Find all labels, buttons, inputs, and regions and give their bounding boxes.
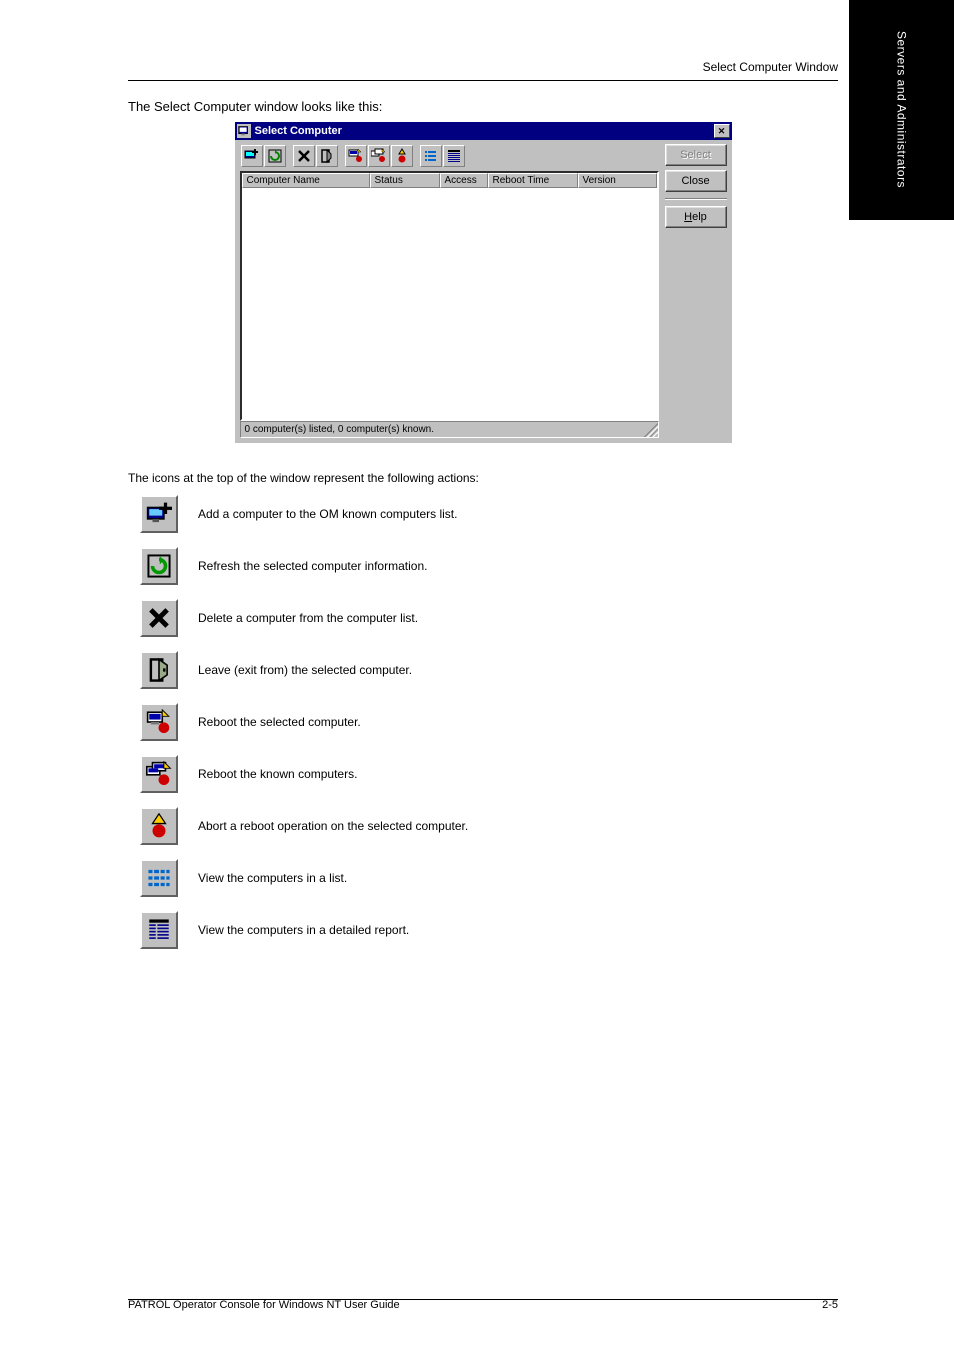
page-footer: PATROL Operator Console for Windows NT U…: [128, 1299, 838, 1311]
computer-listview[interactable]: Computer Name Status Access Reboot Time …: [240, 171, 659, 421]
view-detail-icon[interactable]: [443, 145, 465, 167]
running-head: Select Computer Window: [128, 60, 838, 74]
dialog-main: Computer Name Status Access Reboot Time …: [240, 144, 659, 438]
reboot-selected-icon[interactable]: [345, 145, 367, 167]
col-access[interactable]: Access: [440, 173, 488, 188]
icon-desc: Add a computer to the OM known computers…: [198, 507, 838, 521]
icon-row-delete: Delete a computer from the computer list…: [128, 599, 838, 637]
delete-icon: [140, 599, 178, 637]
icon-row-view-list: View the computers in a list.: [128, 859, 838, 897]
close-button[interactable]: ✕: [714, 124, 730, 138]
icon-explain-list: The icons at the top of the window repre…: [128, 471, 838, 949]
abort-reboot-icon[interactable]: [391, 145, 413, 167]
icon-desc: View the computers in a list.: [198, 871, 838, 885]
page-content: Select Computer Window The Select Comput…: [128, 60, 838, 963]
add-computer-icon[interactable]: [241, 145, 263, 167]
icon-row-view-detail: View the computers in a detailed report.: [128, 911, 838, 949]
icon-list-intro: The icons at the top of the window repre…: [128, 471, 838, 485]
dialog-body: Computer Name Status Access Reboot Time …: [235, 140, 732, 443]
footer-left: PATROL Operator Console for Windows NT U…: [128, 1299, 400, 1311]
abort-reboot-icon: [140, 807, 178, 845]
icon-desc: Leave (exit from) the selected computer.: [198, 663, 838, 677]
exit-icon[interactable]: [316, 145, 338, 167]
select-computer-dialog: Select Computer ✕: [235, 122, 732, 443]
icon-row-abort-reboot: Abort a reboot operation on the selected…: [128, 807, 838, 845]
listview-body: [242, 188, 657, 419]
col-version[interactable]: Version: [578, 173, 657, 188]
icon-desc: View the computers in a detailed report.: [198, 923, 838, 937]
refresh-icon[interactable]: [264, 145, 286, 167]
add-computer-icon: [140, 495, 178, 533]
dialog-toolbar: [240, 144, 659, 168]
view-list-icon[interactable]: [420, 145, 442, 167]
system-menu-icon[interactable]: [237, 124, 251, 138]
exit-icon: [140, 651, 178, 689]
icon-desc: Reboot the selected computer.: [198, 715, 838, 729]
dialog-titlebar: Select Computer ✕: [235, 122, 732, 140]
running-head-text: Select Computer Window: [703, 60, 838, 74]
reboot-known-icon[interactable]: [368, 145, 390, 167]
col-computer-name[interactable]: Computer Name: [242, 173, 370, 188]
dialog-sidebar: Select Close Help: [665, 144, 727, 438]
reboot-known-icon: [140, 755, 178, 793]
icon-desc: Refresh the selected computer informatio…: [198, 559, 838, 573]
col-status[interactable]: Status: [370, 173, 440, 188]
view-detail-icon: [140, 911, 178, 949]
icon-row-reboot-known: Reboot the known computers.: [128, 755, 838, 793]
footer-right: 2-5: [822, 1299, 838, 1311]
reboot-selected-icon: [140, 703, 178, 741]
icon-desc: Reboot the known computers.: [198, 767, 838, 781]
close-dialog-button[interactable]: Close: [665, 170, 727, 192]
delete-icon[interactable]: [293, 145, 315, 167]
listview-header: Computer Name Status Access Reboot Time …: [242, 173, 657, 188]
icon-row-exit: Leave (exit from) the selected computer.: [128, 651, 838, 689]
dialog-title: Select Computer: [255, 125, 714, 137]
dialog-intro: The Select Computer window looks like th…: [128, 99, 838, 114]
resize-grip-icon[interactable]: [644, 423, 658, 437]
icon-desc: Abort a reboot operation on the selected…: [198, 819, 838, 833]
select-button[interactable]: Select: [665, 144, 727, 166]
icon-row-add: Add a computer to the OM known computers…: [128, 495, 838, 533]
icon-desc: Delete a computer from the computer list…: [198, 611, 838, 625]
refresh-icon: [140, 547, 178, 585]
col-reboot-time[interactable]: Reboot Time: [488, 173, 578, 188]
sidebar-separator: [665, 198, 727, 200]
icon-row-reboot-selected: Reboot the selected computer.: [128, 703, 838, 741]
page-thumb-tab: Servers and Administrators: [849, 0, 954, 220]
help-button[interactable]: Help: [665, 206, 727, 228]
rule-top: [128, 80, 838, 81]
dialog-statusbar: 0 computer(s) listed, 0 computer(s) know…: [240, 421, 659, 438]
view-list-icon: [140, 859, 178, 897]
icon-row-refresh: Refresh the selected computer informatio…: [128, 547, 838, 585]
statusbar-text: 0 computer(s) listed, 0 computer(s) know…: [245, 424, 435, 435]
